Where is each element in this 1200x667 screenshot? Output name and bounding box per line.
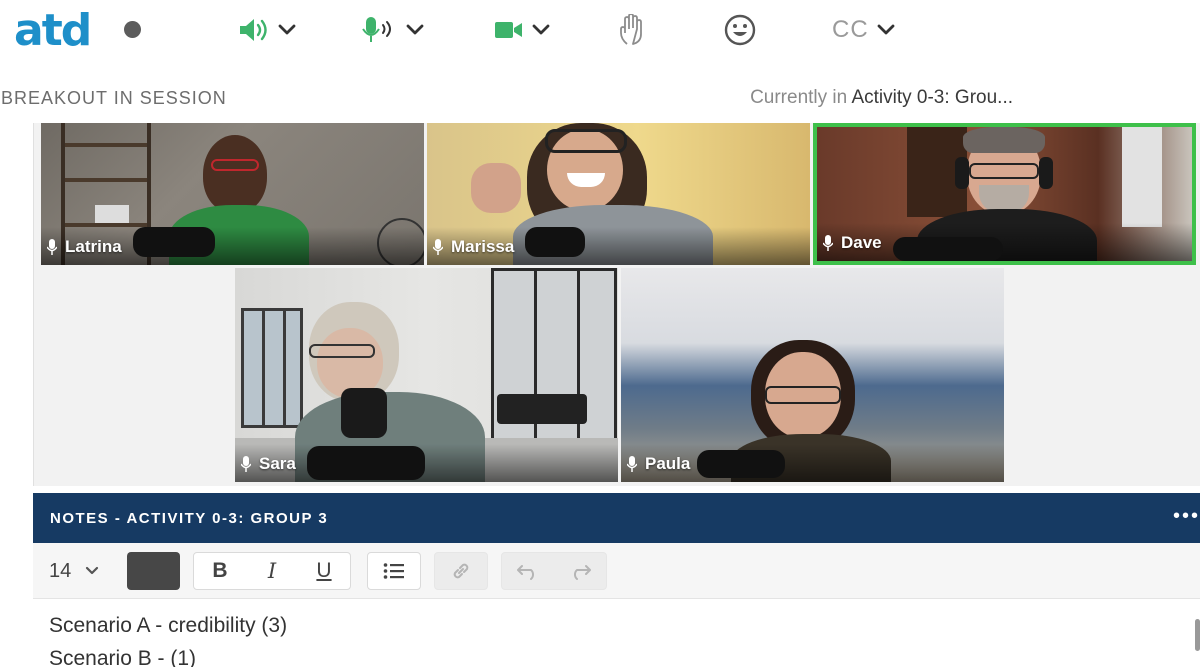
- text-color-picker[interactable]: [127, 552, 180, 590]
- microphone-icon: [433, 239, 443, 255]
- redaction-mark: [525, 227, 585, 257]
- smiley-icon: [724, 14, 756, 46]
- raise-hand-button[interactable]: [618, 14, 648, 46]
- font-size-value: 14: [49, 559, 72, 582]
- status-dot-icon: [124, 21, 141, 38]
- participant-scarf: [341, 388, 387, 438]
- participant-face: [203, 135, 267, 213]
- bullet-list-icon: [383, 563, 404, 579]
- video-tile-marissa[interactable]: Marissa: [427, 123, 810, 265]
- cc-label: CC: [832, 16, 869, 43]
- notes-header: NOTES - ACTIVITY 0-3: GROUP 3 •••: [33, 493, 1200, 543]
- top-toolbar: atd CC: [0, 0, 1200, 66]
- microphone-icon: [823, 235, 833, 251]
- closed-captions-button[interactable]: CC: [832, 14, 895, 46]
- history-group: [501, 552, 607, 590]
- activity-name: Activity 0-3: Grou...: [851, 87, 1013, 108]
- video-tile-paula[interactable]: Paula: [621, 268, 1004, 482]
- chevron-down-icon: [406, 24, 424, 35]
- current-activity[interactable]: Currently in Activity 0-3: Grou...: [750, 87, 1013, 109]
- breakout-status: BREAKOUT IN SESSION: [1, 88, 227, 108]
- undo-icon: [517, 565, 534, 580]
- participant-name: Paula: [645, 454, 691, 473]
- participant-name: Dave: [841, 233, 882, 252]
- underline-button[interactable]: U: [298, 553, 350, 589]
- chevron-down-icon: [278, 24, 296, 35]
- redaction-mark: [307, 446, 425, 480]
- participant-hand: [471, 163, 521, 213]
- glass-wall-background: [491, 268, 617, 458]
- participant-name: Latrina: [65, 237, 122, 256]
- microphone-icon: [627, 456, 637, 472]
- participant-glasses: [969, 163, 1039, 179]
- participant-name-label: Marissa: [433, 237, 514, 257]
- notes-editor[interactable]: Scenario A - credibility (3) Scenario B …: [33, 599, 1200, 667]
- video-tile-dave[interactable]: Dave: [813, 123, 1196, 265]
- note-line: Scenario A - credibility (3): [49, 614, 288, 637]
- redaction-mark: [697, 450, 785, 478]
- bold-button[interactable]: B: [194, 553, 246, 589]
- video-tile-sara[interactable]: Sara: [235, 268, 618, 482]
- microphone-icon: [47, 239, 57, 255]
- emoji-button[interactable]: [724, 14, 756, 46]
- participant-name-label: Paula: [627, 454, 690, 474]
- link-group: [434, 552, 488, 590]
- participant-name: Sara: [259, 454, 296, 473]
- participant-headphones: [955, 157, 969, 189]
- scrollbar-thumb[interactable]: [1195, 619, 1200, 651]
- window-background: [241, 308, 303, 428]
- redaction-mark: [893, 237, 1003, 261]
- video-camera-icon: [495, 22, 522, 38]
- participant-glasses: [545, 129, 627, 153]
- microphone-icon: [241, 456, 251, 472]
- text-style-group: B I U: [193, 552, 351, 590]
- chevron-down-icon: [532, 24, 550, 35]
- participant-glasses: [765, 386, 841, 404]
- camera-button[interactable]: [494, 14, 550, 46]
- video-grid: Latrina Marissa Dave Sara Paula: [33, 123, 1200, 486]
- redo-icon: [574, 565, 591, 580]
- redaction-mark: [133, 227, 215, 257]
- note-line: Scenario B - (1): [49, 647, 197, 667]
- italic-button[interactable]: I: [246, 553, 298, 589]
- more-options-icon[interactable]: •••: [1173, 505, 1200, 528]
- video-tile-latrina[interactable]: Latrina: [41, 123, 424, 265]
- font-size-select[interactable]: 14: [49, 551, 113, 591]
- participant-name-label: Latrina: [47, 237, 122, 257]
- participant-name: Marissa: [451, 237, 515, 256]
- redo-button[interactable]: [554, 553, 606, 589]
- session-status-row: BREAKOUT IN SESSION Currently in Activit…: [0, 80, 1200, 116]
- participant-glasses: [211, 159, 259, 171]
- participant-headphones: [1039, 157, 1053, 189]
- atd-logo: atd: [14, 5, 92, 56]
- participant-name-label: Dave: [823, 233, 882, 253]
- notes-title: NOTES - ACTIVITY 0-3: GROUP 3: [50, 510, 329, 527]
- bullet-list-button[interactable]: [368, 553, 420, 589]
- microphone-icon: [362, 17, 391, 42]
- notes-format-toolbar: 14 B I U: [33, 543, 1200, 599]
- link-icon: [453, 563, 469, 579]
- raise-hand-icon: [620, 14, 642, 45]
- insert-link-button[interactable]: [435, 553, 487, 589]
- participant-name-label: Sara: [241, 454, 296, 474]
- speaker-button[interactable]: [238, 14, 296, 46]
- participant-hair: [963, 127, 1045, 153]
- currently-prefix: Currently in: [750, 87, 848, 108]
- conference-table: [497, 394, 587, 424]
- speaker-icon: [240, 19, 267, 41]
- chevron-down-icon: [86, 566, 99, 575]
- undo-button[interactable]: [502, 553, 554, 589]
- participant-glasses: [309, 344, 375, 358]
- window-background: [1122, 127, 1162, 227]
- microphone-button[interactable]: [362, 14, 424, 46]
- list-group: [367, 552, 421, 590]
- chevron-down-icon: [877, 24, 895, 35]
